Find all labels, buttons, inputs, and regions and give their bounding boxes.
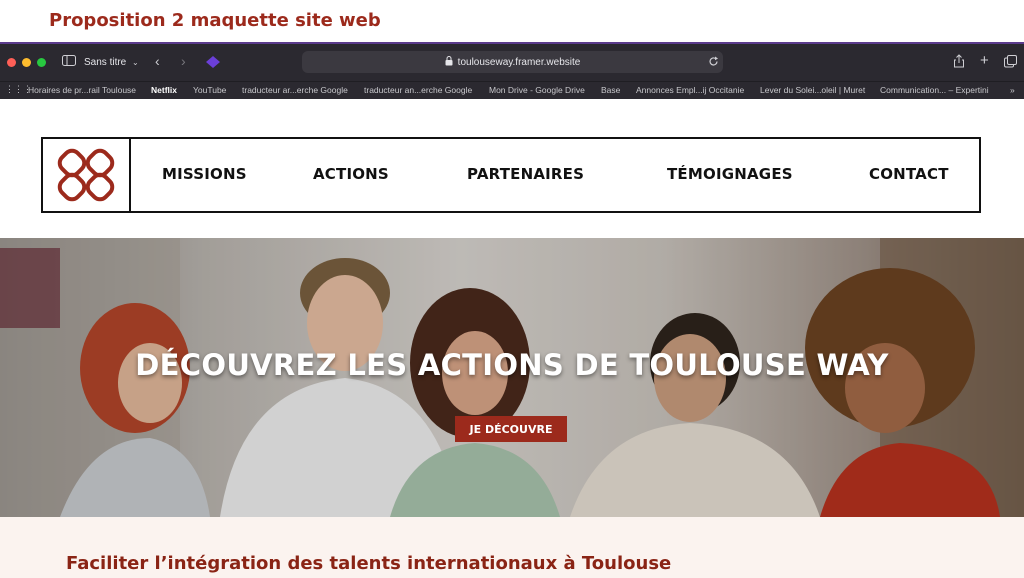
discover-button[interactable]: JE DÉCOUVRE — [455, 416, 567, 442]
lock-icon — [445, 55, 453, 69]
close-window-button[interactable] — [7, 58, 16, 67]
address-bar[interactable]: toulouseway.framer.website — [302, 51, 723, 73]
tab-group-title[interactable]: Sans titre — [84, 57, 126, 68]
new-tab-icon[interactable]: + — [980, 52, 989, 69]
reload-icon[interactable] — [708, 56, 719, 70]
bookmark-item[interactable]: traducteur an...erche Google — [364, 85, 472, 95]
bookmark-item[interactable]: Annonces Empl...ij Occitanie — [636, 85, 744, 95]
chevron-down-icon[interactable]: ⌄ — [132, 58, 139, 67]
browser-toolbar: Sans titre ⌄ ‹ › toulouseway.framer.webs… — [0, 44, 1024, 81]
url-text: toulouseway.framer.website — [457, 56, 581, 68]
slide-title: Proposition 2 maquette site web — [49, 10, 381, 31]
site-navbar: MISSIONS ACTIONS PARTENAIRES TÉMOIGNAGES… — [41, 137, 981, 213]
tab-overview-icon[interactable] — [1004, 55, 1017, 71]
nav-link-missions[interactable]: MISSIONS — [162, 165, 247, 183]
bookmark-item[interactable]: YouTube — [193, 85, 226, 95]
nav-link-partenaires[interactable]: PARTENAIRES — [467, 165, 584, 183]
nav-link-contact[interactable]: CONTACT — [869, 165, 949, 183]
share-icon[interactable] — [953, 54, 965, 71]
section-tagline: Faciliter l’intégration des talents inte… — [66, 553, 672, 574]
bookmark-item[interactable]: Base — [601, 85, 620, 95]
bookmarks-bar: ⋮⋮⋮ Horaires de pr...rail Toulouse Netfl… — [0, 81, 1024, 99]
knot-logo-icon — [57, 148, 115, 202]
minimize-window-button[interactable] — [22, 58, 31, 67]
nav-link-actions[interactable]: ACTIONS — [313, 165, 389, 183]
window-controls — [7, 58, 46, 67]
bookmark-item[interactable]: Netflix — [151, 85, 177, 95]
browser-window: Sans titre ⌄ ‹ › toulouseway.framer.webs… — [0, 42, 1024, 578]
bookmark-item[interactable]: Mon Drive - Google Drive — [489, 85, 585, 95]
bookmark-item[interactable]: Lever du Solei...oleil | Muret — [760, 85, 865, 95]
bookmark-item[interactable]: Communication... – Expertini — [880, 85, 989, 95]
intro-section: Faciliter l’intégration des talents inte… — [0, 517, 1024, 578]
forward-arrow-icon[interactable]: › — [181, 53, 186, 69]
web-page: MISSIONS ACTIONS PARTENAIRES TÉMOIGNAGES… — [0, 101, 1024, 578]
sidebar-toggle-icon[interactable] — [62, 55, 76, 69]
back-arrow-icon[interactable]: ‹ — [155, 53, 160, 69]
bookmark-item[interactable]: traducteur ar...erche Google — [242, 85, 348, 95]
site-logo[interactable] — [43, 139, 131, 211]
nav-link-temoignages[interactable]: TÉMOIGNAGES — [667, 165, 793, 183]
hero-banner: DÉCOUVREZ LES ACTIONS DE TOULOUSE WAY JE… — [0, 238, 1024, 517]
bookmarks-overflow-icon[interactable]: » — [1010, 85, 1015, 95]
hero-headline: DÉCOUVREZ LES ACTIONS DE TOULOUSE WAY — [135, 348, 889, 382]
zoom-window-button[interactable] — [37, 58, 46, 67]
bookmark-item[interactable]: Horaires de pr...rail Toulouse — [28, 85, 136, 95]
extension-icon[interactable] — [206, 56, 220, 71]
